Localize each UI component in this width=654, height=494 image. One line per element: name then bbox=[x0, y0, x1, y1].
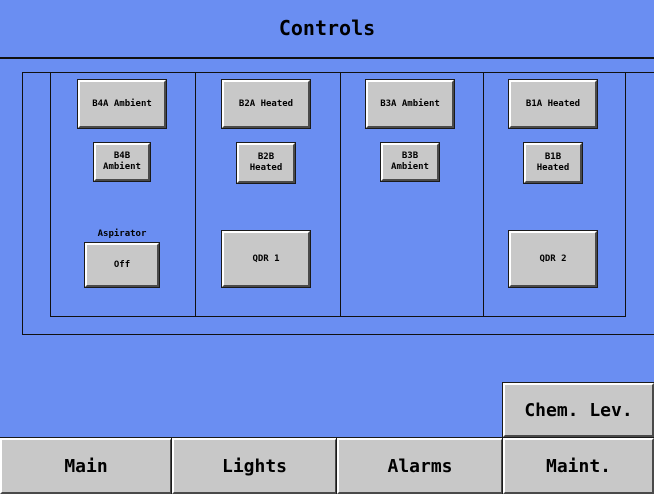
aspirator-off-button[interactable]: Off bbox=[84, 242, 160, 288]
nav-alarms-button[interactable]: Alarms bbox=[336, 437, 504, 494]
qdr-2-button[interactable]: QDR 2 bbox=[508, 230, 598, 288]
b3a-ambient-button[interactable]: B3A Ambient bbox=[365, 79, 455, 129]
panel-divider bbox=[625, 72, 626, 317]
b4b-ambient-button[interactable]: B4B Ambient bbox=[93, 142, 151, 182]
b2b-heated-button[interactable]: B2B Heated bbox=[236, 142, 296, 184]
b3b-ambient-button[interactable]: B3B Ambient bbox=[380, 142, 440, 182]
title-divider bbox=[0, 57, 654, 59]
nav-maint-button[interactable]: Maint. bbox=[502, 437, 654, 494]
chem-level-button[interactable]: Chem. Lev. bbox=[502, 382, 654, 438]
nav-main-button[interactable]: Main bbox=[0, 437, 173, 494]
panel-divider bbox=[195, 72, 196, 317]
b1a-heated-button[interactable]: B1A Heated bbox=[508, 79, 598, 129]
controls-screen: Controls B4A Ambient B4B Ambient Aspirat… bbox=[0, 0, 654, 494]
panel-divider bbox=[50, 316, 625, 317]
panel-divider bbox=[483, 72, 484, 317]
panel-divider bbox=[340, 72, 341, 317]
b1b-heated-button[interactable]: B1B Heated bbox=[523, 142, 583, 184]
aspirator-label: Aspirator bbox=[97, 229, 147, 239]
panel-divider bbox=[50, 72, 51, 317]
nav-lights-button[interactable]: Lights bbox=[171, 437, 338, 494]
page-title: Controls bbox=[278, 16, 376, 40]
b2a-heated-button[interactable]: B2A Heated bbox=[221, 79, 311, 129]
qdr-1-button[interactable]: QDR 1 bbox=[221, 230, 311, 288]
b4a-ambient-button[interactable]: B4A Ambient bbox=[77, 79, 167, 129]
